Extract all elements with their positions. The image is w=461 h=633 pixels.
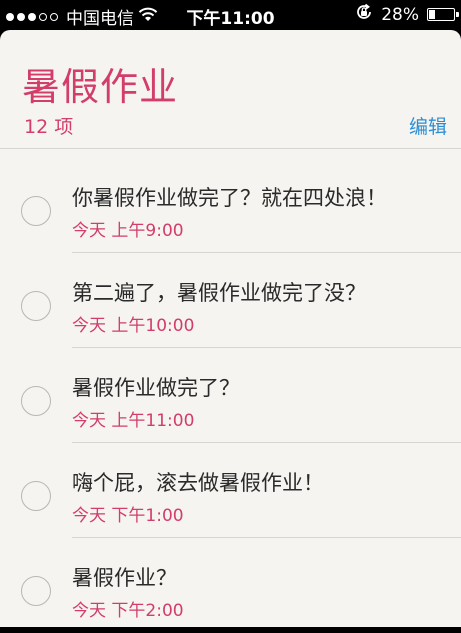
reminders-list: 暑假作业 12 项 编辑 你暑假作业做完了？就在四处浪！ 今天 上午9:00 第…	[0, 30, 461, 627]
status-bar: 中国电信 下午11:00 28%	[0, 0, 461, 30]
reminder-text[interactable]: 嗨个屁，滚去做暑假作业！	[72, 467, 324, 497]
reminder-text[interactable]: 你暑假作业做完了？就在四处浪！	[72, 182, 387, 212]
reminder-item[interactable]: 你暑假作业做完了？就在四处浪！ 今天 上午9:00	[0, 158, 461, 253]
battery-icon	[427, 8, 459, 21]
reminder-time: 今天 上午11:00	[72, 411, 195, 431]
reminder-time: 今天 下午1:00	[72, 506, 184, 526]
item-count: 12 项	[24, 116, 74, 138]
complete-checkbox[interactable]	[21, 481, 51, 511]
battery-fill	[429, 10, 436, 19]
reminder-item[interactable]: 暑假作业？ 今天 下午2:00	[0, 538, 461, 633]
reminder-time: 今天 下午2:00	[72, 601, 184, 621]
reminder-item[interactable]: 嗨个屁，滚去做暑假作业！ 今天 下午1:00	[0, 443, 461, 538]
reminder-text[interactable]: 第二遍了，暑假作业做完了没？	[72, 277, 366, 307]
status-right: 28%	[355, 3, 459, 26]
complete-checkbox[interactable]	[21, 576, 51, 606]
complete-checkbox[interactable]	[21, 196, 51, 226]
reminder-time: 今天 上午10:00	[72, 316, 195, 336]
reminder-item[interactable]: 第二遍了，暑假作业做完了没？ 今天 上午10:00	[0, 253, 461, 348]
complete-checkbox[interactable]	[21, 291, 51, 321]
divider	[0, 148, 461, 149]
orientation-lock-icon	[355, 3, 373, 26]
edit-button[interactable]: 编辑	[409, 112, 447, 139]
reminder-item[interactable]: 暑假作业做完了？ 今天 上午11:00	[0, 348, 461, 443]
reminder-text[interactable]: 暑假作业？	[72, 562, 177, 592]
battery-percent: 28%	[381, 4, 419, 25]
reminder-time: 今天 上午9:00	[72, 221, 184, 241]
complete-checkbox[interactable]	[21, 386, 51, 416]
list-title: 暑假作业	[22, 65, 179, 109]
reminder-text[interactable]: 暑假作业做完了？	[72, 372, 240, 402]
